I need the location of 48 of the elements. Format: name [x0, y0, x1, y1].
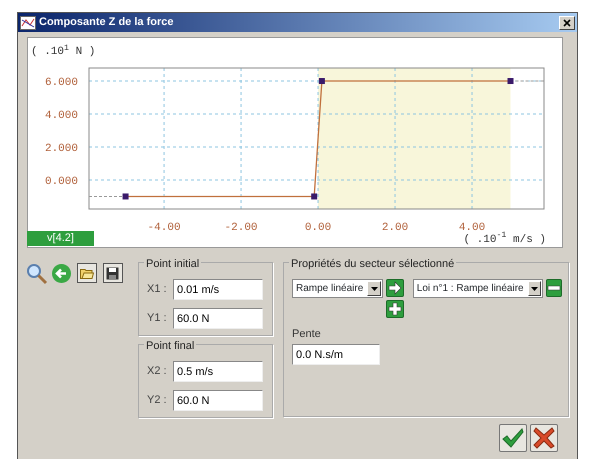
cancel-button[interactable] — [530, 424, 558, 452]
caret-icon — [370, 286, 378, 290]
x-tick-label: 0.00 — [304, 222, 332, 234]
y-tick-label: 2.000 — [44, 143, 78, 155]
save-icon — [106, 266, 120, 280]
y-axis-label: ( .10$^{1}$ N ) — [31, 44, 96, 60]
field-label: X2 : — [147, 364, 168, 380]
field-label: Y1 : — [147, 311, 168, 326]
open-folder-button[interactable] — [77, 263, 98, 283]
cross-icon — [533, 427, 555, 449]
x-tick-label: -4.00 — [148, 222, 181, 234]
x-axis-label: ( .10$^{-1}$ m/s ) — [463, 232, 546, 248]
caret-icon — [530, 286, 538, 290]
text-field[interactable]: 0.0 N.s/m — [292, 344, 380, 366]
save-button[interactable] — [102, 263, 123, 283]
search-icon[interactable] — [26, 263, 48, 285]
ok-button[interactable] — [499, 424, 528, 452]
status-label: v[4.2] — [27, 231, 94, 246]
remove-button[interactable] — [546, 279, 562, 297]
x-tick-label: -2.00 — [224, 222, 258, 234]
dropdown[interactable]: Loi n°1 : Rampe linéaire — [412, 279, 543, 298]
add-icon — [388, 302, 402, 316]
y-tick-label: 0.000 — [44, 176, 78, 188]
text-field[interactable]: 0.5 m/s — [173, 361, 263, 382]
point-handle[interactable] — [508, 78, 514, 84]
x-tick-label: 4.00 — [458, 222, 486, 234]
arrow-right-button[interactable] — [386, 279, 404, 297]
x-tick-label: 2.00 — [382, 222, 408, 234]
text-field[interactable]: 60.0 N — [173, 390, 263, 411]
point-handle[interactable] — [122, 193, 129, 200]
chart-icon — [20, 16, 36, 30]
field-label: X1 : — [147, 282, 168, 298]
close-icon — [563, 18, 571, 26]
group-title: Propriétés du secteur sélectionné — [289, 256, 456, 272]
folder-icon — [80, 267, 94, 279]
text-field[interactable]: 0.01 m/s — [173, 279, 263, 300]
field-label: Pente — [292, 326, 322, 342]
add-button[interactable] — [386, 300, 404, 318]
dropdown[interactable]: Rampe linéaire — [292, 279, 384, 298]
y-tick-label: 6.000 — [44, 77, 78, 90]
point-handle[interactable] — [311, 193, 318, 200]
y-tick-label: 4.000 — [44, 110, 78, 122]
close-button[interactable] — [559, 16, 575, 30]
window-title: Composante Z de la force — [39, 15, 174, 30]
field-label: Y2 : — [147, 393, 168, 408]
arrow-right-icon — [388, 281, 402, 295]
text-field[interactable]: 60.0 N — [173, 308, 263, 329]
check-icon — [502, 428, 524, 448]
